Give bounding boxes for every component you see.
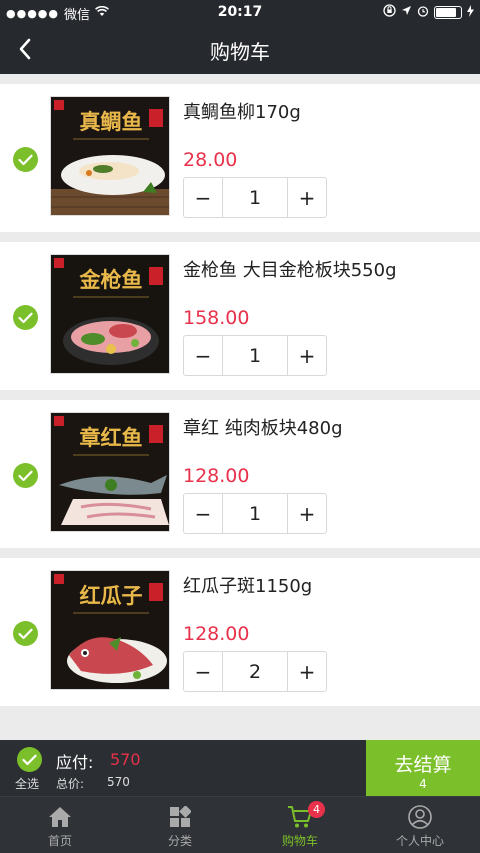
checkout-bar: 全选 应付: 570 总价: 570 去结算 4	[0, 740, 480, 796]
product-image[interactable]: 金枪鱼	[50, 254, 170, 374]
increase-button[interactable]: +	[288, 336, 326, 375]
check-icon	[18, 628, 33, 639]
cart-item: 章红鱼 章红 纯肉板块480g 128.00 − 1 +	[0, 400, 480, 548]
product-price: 158.00	[183, 307, 250, 329]
tab-profile[interactable]: 个人中心	[360, 797, 480, 853]
check-icon	[18, 470, 33, 481]
quantity-field[interactable]: 1	[222, 336, 288, 375]
select-all-checkbox[interactable]	[17, 747, 42, 772]
home-icon	[48, 805, 72, 829]
cart-item: 红瓜子 红瓜子斑1150g 128.00 − 2 +	[0, 558, 480, 706]
product-price: 128.00	[183, 623, 250, 645]
product-price: 128.00	[183, 465, 250, 487]
check-icon	[18, 312, 33, 323]
charging-icon	[467, 4, 474, 21]
image-title: 金枪鱼	[79, 267, 143, 292]
alarm-icon	[417, 5, 429, 21]
item-checkbox[interactable]	[13, 621, 38, 646]
tab-label: 个人中心	[395, 834, 444, 848]
decrease-button[interactable]: −	[184, 652, 222, 691]
product-name[interactable]: 红瓜子斑1150g	[183, 572, 312, 598]
image-title: 章红鱼	[80, 425, 143, 450]
product-name[interactable]: 金枪鱼 大目金枪板块550g	[183, 256, 397, 282]
cart-item: 金枪鱼 金枪鱼 大目金枪板块550g 158.00 − 1 +	[0, 242, 480, 390]
checkout-button[interactable]: 去结算 4	[366, 740, 480, 796]
cart-item: 真鲷鱼 真鲷鱼柳170g 28.00 − 1 +	[0, 84, 480, 232]
increase-button[interactable]: +	[288, 494, 326, 533]
payable-label: 应付:	[56, 753, 94, 772]
item-checkbox[interactable]	[13, 463, 38, 488]
checkout-button-label: 去结算	[394, 754, 452, 776]
battery-icon	[434, 6, 462, 19]
product-name[interactable]: 章红 纯肉板块480g	[183, 414, 343, 440]
tab-home[interactable]: 首页	[0, 797, 120, 853]
quantity-stepper: − 2 +	[183, 651, 327, 692]
product-price: 28.00	[183, 149, 238, 171]
item-checkbox[interactable]	[13, 147, 38, 172]
image-title: 真鲷鱼	[80, 109, 143, 134]
nav-bar: 购物车	[0, 24, 480, 74]
tab-label: 分类	[167, 834, 192, 848]
tab-category[interactable]: 分类	[120, 797, 240, 853]
total-label: 总价:	[56, 777, 85, 791]
increase-button[interactable]: +	[288, 652, 326, 691]
decrease-button[interactable]: −	[184, 178, 222, 217]
payable-amount: 570	[110, 750, 141, 769]
product-image[interactable]: 红瓜子	[50, 570, 170, 690]
product-image[interactable]: 章红鱼	[50, 412, 170, 532]
quantity-stepper: − 1 +	[183, 335, 327, 376]
tab-label: 首页	[47, 834, 72, 848]
tab-bar: 首页 分类 4 购物车 个人中心	[0, 796, 480, 853]
category-icon	[169, 805, 191, 829]
cart-badge: 4	[308, 801, 325, 818]
page-title: 购物车	[210, 40, 270, 64]
lock-rotation-icon	[383, 4, 396, 21]
tab-cart[interactable]: 4 购物车	[240, 797, 360, 853]
check-icon	[22, 754, 37, 765]
check-icon	[18, 154, 33, 165]
decrease-button[interactable]: −	[184, 336, 222, 375]
user-icon	[408, 805, 432, 829]
item-checkbox[interactable]	[13, 305, 38, 330]
checkout-count: 4	[419, 777, 427, 791]
image-title: 红瓜子	[80, 583, 143, 608]
product-name[interactable]: 真鲷鱼柳170g	[183, 98, 301, 124]
quantity-field[interactable]: 2	[222, 652, 288, 691]
quantity-stepper: − 1 +	[183, 177, 327, 218]
quantity-field[interactable]: 1	[222, 494, 288, 533]
total-amount: 570	[107, 775, 130, 789]
quantity-field[interactable]: 1	[222, 178, 288, 217]
select-all-label[interactable]: 全选	[15, 775, 39, 792]
increase-button[interactable]: +	[288, 178, 326, 217]
tab-label: 购物车	[281, 834, 318, 848]
decrease-button[interactable]: −	[184, 494, 222, 533]
quantity-stepper: − 1 +	[183, 493, 327, 534]
location-icon	[401, 5, 412, 20]
product-image[interactable]: 真鲷鱼	[50, 96, 170, 216]
status-bar: ●●●●● 微信 20:17	[0, 0, 480, 24]
